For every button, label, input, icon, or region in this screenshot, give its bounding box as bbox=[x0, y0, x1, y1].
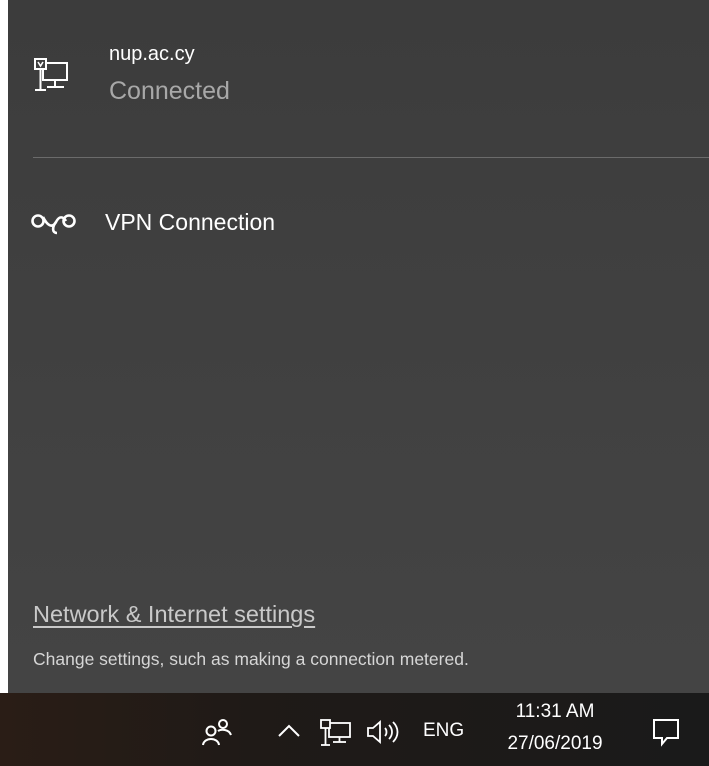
vpn-connection-item[interactable]: VPN Connection bbox=[8, 196, 709, 252]
network-internet-settings-link[interactable]: Network & Internet settings bbox=[33, 601, 315, 628]
network-item-nup[interactable]: nup.ac.cy Connected bbox=[8, 30, 709, 130]
network-name: nup.ac.cy bbox=[109, 43, 195, 65]
language-indicator[interactable]: ENG bbox=[423, 720, 464, 742]
network-flyout: nup.ac.cy Connected VPN Connection Netwo… bbox=[8, 0, 709, 693]
network-icon[interactable] bbox=[320, 718, 352, 746]
chevron-up-icon[interactable] bbox=[277, 724, 301, 738]
taskbar: ENG 11:31 AM 27/06/2019 bbox=[0, 693, 709, 766]
action-center-icon[interactable] bbox=[651, 717, 681, 747]
vpn-icon bbox=[30, 209, 80, 237]
clock-time[interactable]: 11:31 AM bbox=[490, 701, 620, 723]
divider bbox=[33, 157, 709, 158]
speaker-volume-icon[interactable] bbox=[366, 720, 406, 744]
ethernet-network-icon bbox=[34, 56, 68, 92]
people-icon[interactable] bbox=[201, 717, 233, 747]
vpn-connection-label: VPN Connection bbox=[105, 209, 276, 235]
settings-description: Change settings, such as making a connec… bbox=[33, 649, 469, 669]
clock-date[interactable]: 27/06/2019 bbox=[490, 733, 620, 755]
network-status: Connected bbox=[109, 77, 230, 105]
